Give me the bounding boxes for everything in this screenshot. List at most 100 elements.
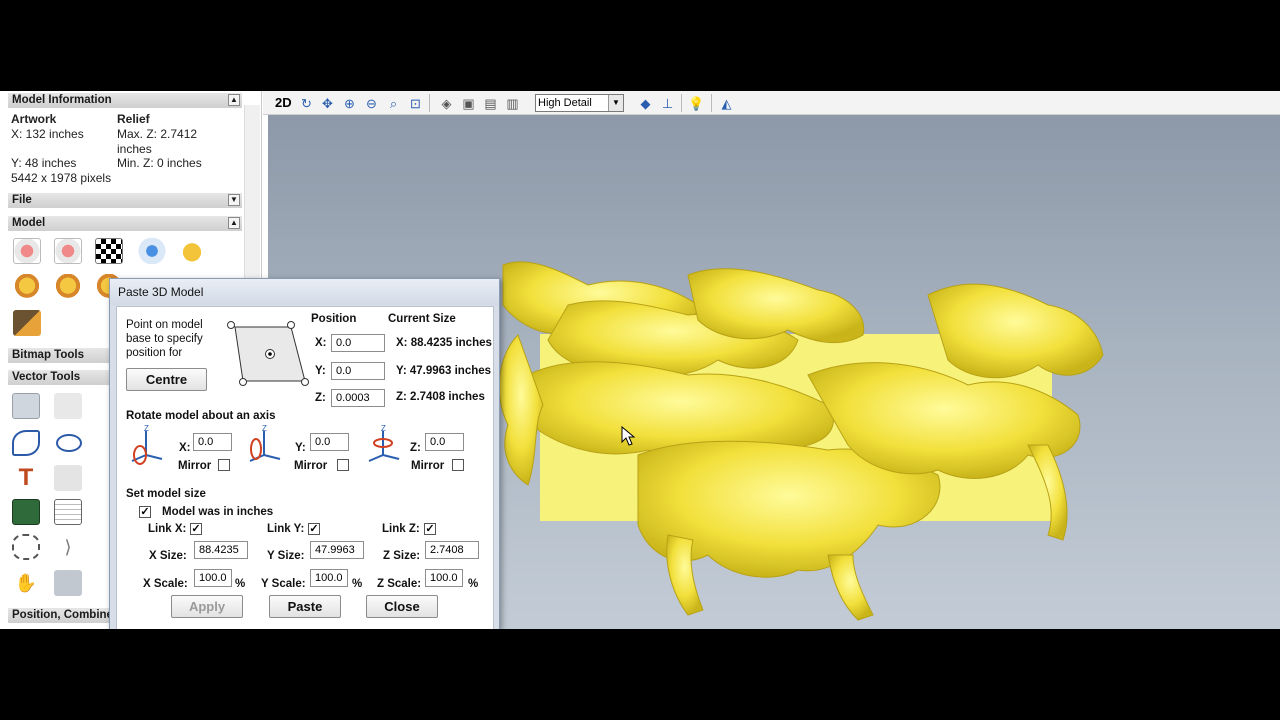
dashed-vector-icon[interactable]: [12, 534, 40, 560]
link-x-checkbox[interactable]: ✓: [190, 523, 202, 535]
lighting-icon[interactable]: ◆: [637, 95, 654, 112]
expand-arrow-icon[interactable]: ▼: [228, 194, 240, 206]
link-y-label: Link Y:: [267, 523, 305, 535]
render-icon[interactable]: ◭: [718, 95, 735, 112]
anchor-bottom-right[interactable]: [301, 378, 309, 386]
rotate-x-input[interactable]: 0.0: [193, 433, 232, 451]
text-bitmap-icon[interactable]: [12, 499, 40, 525]
position-model-icon[interactable]: [138, 238, 166, 264]
create-relief-icon[interactable]: [13, 238, 41, 264]
toolbar-separator: [681, 94, 682, 112]
detail-level-value: High Detail: [538, 97, 592, 109]
mirror-y-checkbox[interactable]: [337, 459, 349, 471]
centre-button[interactable]: Centre: [126, 368, 207, 391]
rotate-z-axis-icon: Z: [368, 425, 400, 462]
file-section-header[interactable]: File ▼: [8, 193, 242, 208]
anchor-bottom-left[interactable]: [239, 378, 247, 386]
z-size-input[interactable]: 2.7408: [425, 541, 479, 559]
zoom-fit-icon[interactable]: ⌕: [385, 95, 402, 112]
artwork-label: Artwork: [11, 112, 57, 126]
x-scale-input[interactable]: 100.0: [194, 569, 232, 587]
image-relief-icon[interactable]: [13, 310, 41, 336]
collapse-arrow-icon[interactable]: ▲: [228, 217, 240, 229]
artwork-pixels: 5442 x 1978 pixels: [11, 171, 112, 185]
text-tool-icon[interactable]: T: [12, 465, 40, 491]
checker-texture-icon[interactable]: [95, 238, 123, 264]
dialog-body: Point on model base to specify position …: [116, 306, 494, 629]
rotate-x-label: X:: [179, 442, 191, 454]
close-button[interactable]: Close: [366, 595, 438, 618]
mirror-z-label: Mirror: [411, 460, 445, 472]
transform-icon[interactable]: [54, 465, 82, 491]
model-section-header[interactable]: Model ▲: [8, 216, 242, 231]
paste-button[interactable]: Paste: [269, 595, 341, 618]
mirror-x-checkbox[interactable]: [218, 459, 230, 471]
position-combine-title: Position, Combine: [12, 609, 113, 621]
pos-x-input[interactable]: 0.0: [331, 334, 385, 352]
teddy-relief-icon[interactable]: [178, 238, 206, 264]
select-tool-icon[interactable]: [12, 393, 40, 419]
svg-text:Z: Z: [262, 425, 267, 433]
rotate-z-input[interactable]: 0.0: [425, 433, 464, 451]
toolbar-separator: [711, 94, 712, 112]
point-on-model-label: Point on model base to specify position …: [126, 319, 203, 359]
ellipse-icon[interactable]: [56, 434, 82, 452]
zoom-out-icon[interactable]: ⊖: [363, 95, 380, 112]
polyline-icon[interactable]: [12, 430, 40, 456]
dialog-title-bar[interactable]: Paste 3D Model: [110, 279, 499, 305]
y-scale-percent: %: [352, 578, 363, 590]
x-size-input[interactable]: 88.4235: [194, 541, 248, 559]
detail-level-select[interactable]: High Detail ▼: [535, 94, 624, 112]
puzzle-icon[interactable]: [54, 570, 82, 596]
rotate-header: Rotate model about an axis: [126, 410, 276, 422]
y-scale-input[interactable]: 100.0: [310, 569, 348, 587]
dialog-title: Paste 3D Model: [118, 285, 204, 299]
mirror-y-label: Mirror: [294, 460, 328, 472]
teddy-twin-icon[interactable]: [54, 274, 82, 300]
side-view-icon[interactable]: ▥: [504, 95, 521, 112]
load-relief-icon[interactable]: [54, 238, 82, 264]
apply-button[interactable]: Apply: [171, 595, 243, 618]
x-scale-percent: %: [235, 578, 246, 590]
teddy-icon[interactable]: [13, 274, 41, 300]
z-scale-input[interactable]: 100.0: [425, 569, 463, 587]
pan-view-icon[interactable]: ✥: [319, 95, 336, 112]
relief-maxz: Max. Z: 2.7412: [117, 127, 198, 141]
front-view-icon[interactable]: ▤: [482, 95, 499, 112]
2d-view-button[interactable]: 2D: [275, 95, 292, 110]
z-size-label: Z Size:: [383, 550, 421, 562]
offset-vector-icon[interactable]: ⟩: [54, 534, 82, 560]
y-size-input[interactable]: 47.9963: [310, 541, 364, 559]
pos-z-input[interactable]: 0.0003: [331, 389, 385, 407]
current-size-header: Current Size: [388, 313, 456, 325]
chevron-down-icon[interactable]: ▼: [608, 95, 623, 111]
set-model-size-header: Set model size: [126, 488, 206, 500]
artwork-x: X: 132 inches: [11, 127, 84, 141]
collapse-arrow-icon[interactable]: ▲: [228, 94, 240, 106]
anchor-top-right[interactable]: [287, 321, 295, 329]
mirror-x-label: Mirror: [178, 460, 212, 472]
anchor-point-selector[interactable]: [221, 321, 311, 387]
zoom-box-icon[interactable]: ⊡: [407, 95, 424, 112]
pos-y-input[interactable]: 0.0: [331, 362, 385, 380]
hand-tool-icon[interactable]: ✋: [12, 570, 40, 596]
rotate-y-input[interactable]: 0.0: [310, 433, 349, 451]
iso-view-icon[interactable]: ◈: [438, 95, 455, 112]
node-edit-icon[interactable]: [54, 393, 82, 419]
rotate-view-icon[interactable]: ↻: [298, 95, 315, 112]
bitmap-tools-title: Bitmap Tools: [12, 349, 84, 361]
model-information-header[interactable]: Model Information ▲: [8, 93, 242, 108]
mirror-z-checkbox[interactable]: [452, 459, 464, 471]
model-in-inches-checkbox[interactable]: ✓: [139, 506, 151, 518]
zoom-in-icon[interactable]: ⊕: [341, 95, 358, 112]
paste-3d-model-dialog: Paste 3D Model Point on model base to sp…: [109, 278, 500, 629]
lightbulb-icon[interactable]: 💡: [688, 95, 705, 112]
top-view-icon[interactable]: ▣: [460, 95, 477, 112]
axes-icon[interactable]: ⊥: [659, 95, 676, 112]
relief-maxz-unit: inches: [117, 142, 152, 156]
anchor-top-left[interactable]: [227, 321, 235, 329]
link-z-checkbox[interactable]: ✓: [424, 523, 436, 535]
grid-array-icon[interactable]: [54, 499, 82, 525]
file-section-title: File: [12, 194, 32, 206]
link-y-checkbox[interactable]: ✓: [308, 523, 320, 535]
